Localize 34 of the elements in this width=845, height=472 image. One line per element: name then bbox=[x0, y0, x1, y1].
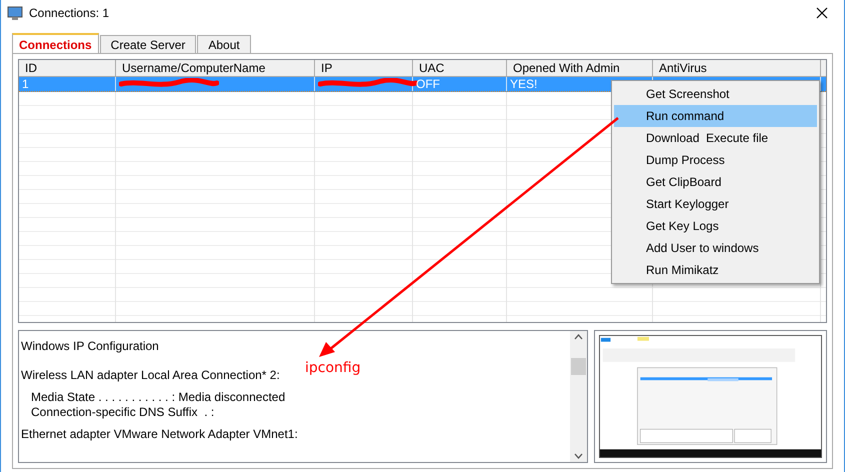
menu-item[interactable]: Get ClipBoard bbox=[614, 171, 817, 193]
menu-item[interactable]: Start Keylogger bbox=[614, 193, 817, 215]
menu-item[interactable]: Dump Process bbox=[614, 149, 817, 171]
menu-item[interactable]: Run Mimikatz bbox=[614, 259, 817, 281]
output-line: Ethernet adapter VMware Network Adapter VMnet1: bbox=[21, 427, 299, 442]
table-cell: OFF bbox=[416, 77, 440, 91]
close-icon[interactable] bbox=[816, 7, 828, 19]
scroll-down-icon[interactable] bbox=[574, 453, 583, 460]
window-title: Connections: 1 bbox=[29, 5, 110, 22]
menu-item[interactable]: Get Key Logs bbox=[614, 215, 817, 237]
monitor-icon bbox=[7, 6, 23, 20]
table-cell: 1 bbox=[22, 77, 29, 91]
column-header[interactable]: AntiVirus bbox=[653, 60, 821, 77]
scroll-up-icon[interactable] bbox=[574, 334, 583, 340]
menu-item[interactable]: Run command bbox=[614, 105, 817, 127]
table-cell: YES! bbox=[510, 77, 538, 91]
output-line: Windows IP Configuration bbox=[21, 339, 160, 354]
output-line: Media State . . . . . . . . . . . : Media disconnected bbox=[30, 390, 286, 405]
tab[interactable]: Create Server bbox=[100, 35, 196, 53]
column-header[interactable]: Opened With Admin bbox=[507, 60, 653, 77]
menu-item[interactable]: Download Execute file bbox=[614, 127, 817, 149]
output-box[interactable] bbox=[18, 330, 588, 464]
menu-item[interactable]: Add User to windows bbox=[614, 237, 817, 259]
column-header[interactable]: ID bbox=[19, 60, 116, 77]
output-line: Connection-specific DNS Suffix . : bbox=[30, 405, 216, 420]
column-header[interactable]: UAC bbox=[413, 60, 507, 77]
tab[interactable]: About bbox=[197, 35, 251, 53]
column-header[interactable]: Username/ComputerName bbox=[116, 60, 315, 77]
column-header[interactable]: IP bbox=[315, 60, 413, 77]
tab[interactable]: Connections bbox=[12, 33, 99, 54]
annotation-label: ipconfig bbox=[305, 359, 361, 378]
header-background bbox=[821, 60, 826, 77]
scrollbar[interactable] bbox=[570, 331, 587, 462]
scroll-thumb[interactable] bbox=[571, 358, 586, 376]
